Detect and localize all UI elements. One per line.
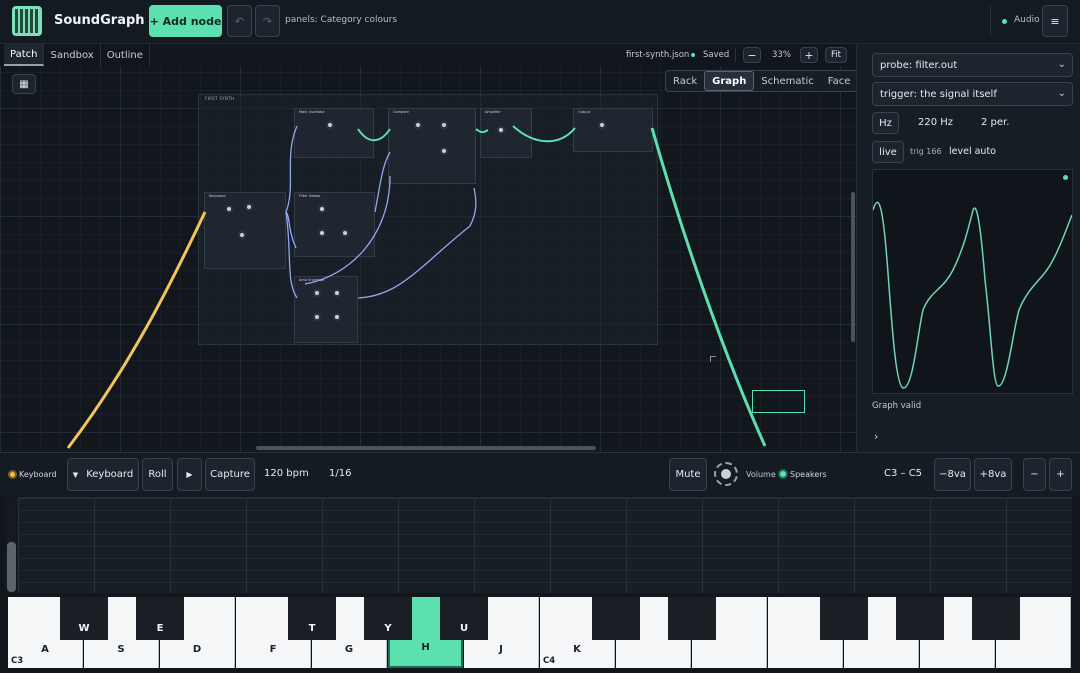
horizontal-scrollbar[interactable] <box>256 446 596 450</box>
black-key[interactable] <box>972 597 1020 640</box>
key-label: H <box>421 642 430 653</box>
divider <box>990 6 991 36</box>
trigger-count: trig 166 <box>910 147 942 156</box>
mute-button[interactable]: Mute <box>669 458 707 491</box>
black-key[interactable]: W <box>60 597 108 640</box>
level-readout: level auto <box>949 146 996 157</box>
fit-button[interactable]: Fit <box>825 47 847 63</box>
audio-label[interactable]: Audio <box>1014 15 1040 25</box>
piano-keyboard: A C3 S D F G H J K C4 W E T Y U <box>8 597 1072 668</box>
piano-roll[interactable] <box>18 497 1072 593</box>
zoom-level: 33% <box>772 50 791 60</box>
active-key-highlight <box>412 597 440 640</box>
zoom-out-button[interactable]: − <box>743 47 761 63</box>
save-status: Saved <box>703 50 730 60</box>
volume-label: Volume <box>746 470 776 479</box>
key-label: E <box>156 623 164 634</box>
keyboard-select[interactable]: ▼ Keyboard <box>67 458 139 491</box>
resize-handle-icon[interactable] <box>710 356 716 362</box>
roll-button[interactable]: Roll <box>142 458 173 491</box>
keyboard-zoom-out-button[interactable]: − <box>1023 458 1046 491</box>
cables-layer <box>66 125 767 449</box>
black-key[interactable] <box>668 597 716 640</box>
probe-panel: probe: filter.out ⌄ trigger: the signal … <box>856 44 1080 452</box>
saved-status-dot <box>691 53 695 57</box>
key-label: J <box>499 644 503 655</box>
key-label: G <box>344 644 354 655</box>
play-icon[interactable]: ▶ <box>177 458 202 491</box>
hz-button[interactable]: Hz <box>872 112 899 134</box>
key-label: F <box>269 644 277 655</box>
key-label: S <box>117 644 125 655</box>
black-key[interactable]: U <box>440 597 488 640</box>
minimap[interactable] <box>752 390 805 413</box>
add-node-button[interactable]: + Add node <box>149 5 222 37</box>
black-key[interactable] <box>820 597 868 640</box>
key-label: A <box>41 644 49 655</box>
keyboard-zoom-in-button[interactable]: + <box>1049 458 1072 491</box>
menu-button[interactable]: ≡ <box>1042 5 1068 37</box>
vertical-scrollbar[interactable] <box>851 192 855 342</box>
undo-icon[interactable]: ↶ <box>227 5 252 37</box>
chevron-down-icon: ⌄ <box>1057 88 1066 99</box>
divider <box>735 48 736 62</box>
top-bar: SoundGraph + Add node ↶ ↷ panels: Catego… <box>0 0 1080 44</box>
panels-label[interactable]: panels: Category colours <box>285 15 397 25</box>
live-button[interactable]: live <box>872 141 904 163</box>
octave-down-button[interactable]: −8va <box>934 458 971 491</box>
workspace-tabs: Patch Sandbox Outline <box>4 44 150 66</box>
tempo-readout[interactable]: 120 bpm <box>264 468 309 479</box>
app-logo-icon <box>12 6 42 36</box>
audio-status-dot <box>1002 19 1007 24</box>
keyboard-range: C3 – C5 <box>884 468 923 479</box>
frequency-readout: 220 Hz <box>918 117 954 128</box>
output-status-dot <box>778 469 788 479</box>
volume-knob[interactable] <box>714 462 738 486</box>
key-label: K <box>573 644 581 655</box>
key-label: T <box>308 623 316 634</box>
quantize-readout[interactable]: 1/16 <box>329 468 351 479</box>
file-name: first-synth.json <box>626 50 690 60</box>
probe-select[interactable]: probe: filter.out ⌄ <box>872 53 1073 77</box>
black-key[interactable]: Y <box>364 597 412 640</box>
chevron-down-icon: ⌄ <box>1057 59 1066 70</box>
key-label: D <box>192 644 202 655</box>
black-key[interactable] <box>592 597 640 640</box>
expand-icon[interactable]: › <box>874 430 878 443</box>
key-label: W <box>78 623 90 634</box>
black-key[interactable]: T <box>288 597 336 640</box>
zoom-in-button[interactable]: + <box>800 47 818 63</box>
tab-sandbox[interactable]: Sandbox <box>44 44 101 66</box>
app-title: SoundGraph <box>54 13 145 28</box>
graph-status: Graph valid <box>872 401 922 411</box>
graph-canvas[interactable]: ▦ Rack Graph Schematic Face FIRST SYNTH … <box>0 66 856 452</box>
caret-down-icon: ▼ <box>72 470 79 479</box>
input-source-label[interactable]: Keyboard <box>19 470 57 479</box>
note-label: C4 <box>543 656 556 666</box>
roll-scrollbar[interactable] <box>7 542 16 592</box>
note-label: C3 <box>11 656 24 666</box>
key-label: U <box>459 623 469 634</box>
trigger-select[interactable]: trigger: the signal itself ⌄ <box>872 82 1073 106</box>
oscilloscope <box>872 169 1073 394</box>
waveform <box>873 201 1072 389</box>
black-key[interactable]: E <box>136 597 184 640</box>
redo-icon[interactable]: ↷ <box>255 5 280 37</box>
tab-outline[interactable]: Outline <box>101 44 150 66</box>
octave-up-button[interactable]: +8va <box>974 458 1012 491</box>
key-label: Y <box>384 623 392 634</box>
output-label[interactable]: Speakers <box>790 470 827 479</box>
periods-readout: 2 per. <box>981 117 1010 128</box>
tab-patch[interactable]: Patch <box>4 44 45 66</box>
black-key[interactable] <box>896 597 944 640</box>
capture-button[interactable]: Capture <box>205 458 255 491</box>
input-source-dot <box>8 470 17 479</box>
